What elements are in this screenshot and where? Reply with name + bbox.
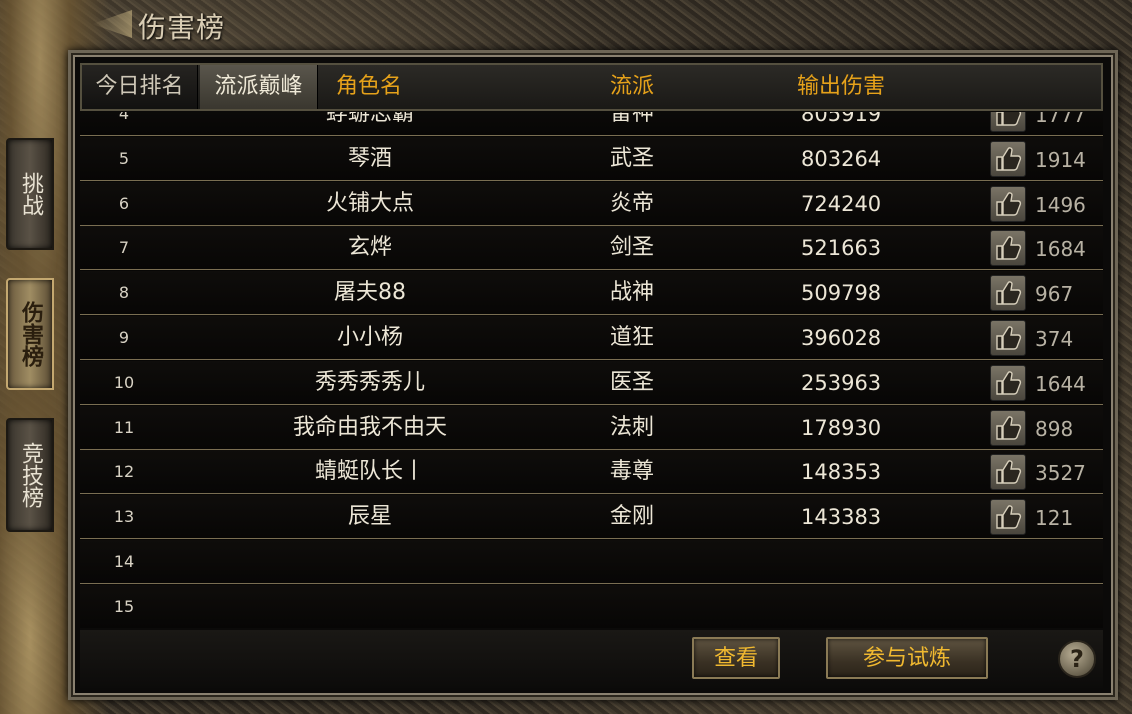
damage-value: 178930 [801, 415, 882, 440]
player-name: 玄烨 [347, 235, 392, 261]
damage-value: 253963 [801, 370, 882, 395]
thumbs-up-icon[interactable] [990, 499, 1026, 536]
thumbs-up-icon[interactable] [990, 454, 1026, 491]
like-count: 1496 [1035, 192, 1086, 217]
rank-number: 10 [113, 372, 135, 392]
damage-value: 148353 [801, 460, 882, 485]
thumbs-up-icon[interactable] [990, 112, 1026, 132]
like-count: 3527 [1035, 461, 1086, 486]
question-icon[interactable]: ? [1058, 640, 1096, 678]
table-row[interactable]: 10 秀秀秀秀儿 医圣 253963 1644 [80, 360, 1103, 405]
thumbs-up-icon[interactable] [990, 185, 1026, 222]
rank-number: 12 [113, 462, 135, 482]
side-tab-challenge[interactable]: 挑战 [6, 138, 54, 250]
player-name: 蜻蜓队长丨 [314, 459, 425, 485]
thumbs-up-icon[interactable] [990, 275, 1026, 312]
faction-name: 金刚 [609, 504, 654, 530]
rank-number: 5 [118, 148, 130, 168]
column-header-damage: 输出伤害 [797, 74, 886, 99]
faction-name: 法刺 [609, 414, 654, 440]
thumbs-up-icon[interactable] [990, 320, 1026, 356]
faction-name: 剑圣 [609, 235, 654, 261]
table-row[interactable]: 4 蜉蝣志霸 雷神 805919 1777 [80, 112, 1103, 136]
rank-number: 13 [113, 507, 135, 527]
thumbs-up-icon[interactable] [990, 140, 1026, 177]
like-count: 898 [1035, 416, 1074, 441]
like-count: 1644 [1035, 371, 1086, 396]
player-name: 我命由我不由天 [292, 414, 447, 440]
player-name: 火铺大点 [325, 190, 414, 216]
table-row[interactable]: 15 [80, 584, 1103, 628]
side-tab-damage-ranking[interactable]: 伤害榜 [6, 278, 54, 390]
rank-number: 9 [118, 328, 130, 347]
tab-today-ranking[interactable]: 今日排名 [82, 65, 198, 109]
table-row[interactable]: 11 我命由我不由天 法刺 178930 898 [80, 405, 1103, 450]
rank-number: 11 [113, 417, 135, 437]
table-row[interactable]: 6 火铺大点 炎帝 724240 1496 [80, 181, 1103, 226]
like-count: 967 [1035, 282, 1074, 307]
thumbs-up-icon[interactable] [990, 409, 1026, 446]
rank-number: 4 [118, 112, 130, 123]
rank-number: 7 [118, 238, 130, 258]
table-row[interactable]: 8 屠夫88 战神 509798 967 [80, 271, 1103, 316]
faction-name: 雷神 [609, 112, 654, 126]
table-row[interactable]: 5 琴酒 武圣 803264 1914 [80, 136, 1103, 181]
side-tab-arena-ranking[interactable]: 竞技榜 [6, 418, 54, 532]
faction-name: 道狂 [609, 325, 654, 350]
faction-name: 医圣 [609, 369, 654, 395]
window-title: 伤害榜 [138, 11, 226, 44]
like-count: 1914 [1035, 147, 1086, 172]
rank-number: 15 [113, 596, 135, 616]
thumbs-up-icon[interactable] [990, 230, 1026, 267]
faction-name: 战神 [609, 280, 654, 306]
ranking-table[interactable]: 4 蜉蝣志霸 雷神 805919 1777 5 琴酒 武圣 803264 1914 6 火铺大点 炎帝 7… [80, 112, 1103, 628]
table-row[interactable]: 7 玄烨 剑圣 521663 1684 [80, 226, 1103, 271]
column-header-faction: 流派 [610, 74, 655, 99]
table-row[interactable]: 13 辰星 金刚 143383 121 [80, 495, 1103, 540]
column-header-name: 角色名 [336, 74, 403, 99]
rank-number: 8 [118, 283, 130, 303]
faction-name: 炎帝 [609, 190, 654, 216]
damage-value: 803264 [801, 146, 882, 171]
damage-value: 396028 [801, 326, 882, 350]
faction-name: 毒尊 [609, 459, 654, 485]
player-name: 小小杨 [336, 325, 403, 350]
thumbs-up-icon[interactable] [990, 364, 1026, 401]
rank-number: 14 [113, 552, 135, 571]
player-name: 琴酒 [347, 145, 392, 171]
player-name: 蜉蝣志霸 [325, 112, 414, 126]
table-row[interactable]: 14 [80, 540, 1103, 584]
rank-number: 6 [118, 193, 130, 213]
player-name: 辰星 [347, 504, 392, 530]
join-trial-button[interactable]: 参与试炼 [826, 637, 988, 679]
damage-value: 805919 [801, 112, 882, 126]
faction-name: 武圣 [609, 145, 654, 171]
view-button[interactable]: 查看 [692, 637, 780, 679]
damage-value: 521663 [801, 236, 882, 261]
damage-value: 509798 [801, 281, 882, 306]
like-count: 1777 [1035, 112, 1086, 127]
damage-value: 724240 [801, 191, 882, 216]
player-name: 屠夫88 [334, 280, 406, 306]
like-count: 374 [1035, 327, 1074, 351]
table-row[interactable]: 9 小小杨 道狂 396028 374 [80, 316, 1103, 360]
like-count: 121 [1035, 506, 1074, 531]
tab-faction-peak[interactable]: 流派巅峰 [200, 65, 318, 109]
table-row[interactable]: 12 蜻蜓队长丨 毒尊 148353 3527 [80, 450, 1103, 495]
like-count: 1684 [1035, 237, 1086, 262]
damage-value: 143383 [801, 505, 882, 530]
player-name: 秀秀秀秀儿 [314, 369, 425, 395]
